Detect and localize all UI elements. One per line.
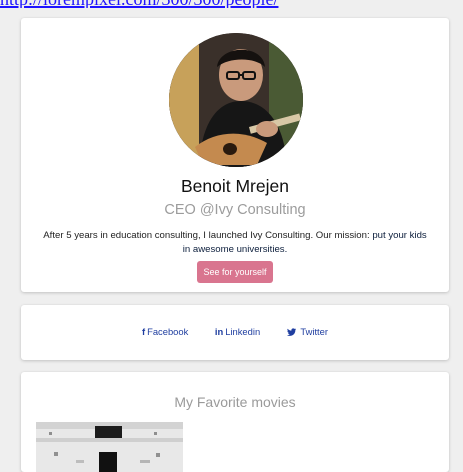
bio-text: After 5 years in education consulting, I… (43, 230, 373, 241)
facebook-icon: f (141, 326, 146, 337)
top-link[interactable]: http://lorempixel.com/300/300/people/ (0, 0, 463, 8)
facebook-label: Facebook (147, 326, 189, 337)
movie-poster-image (36, 422, 183, 472)
twitter-label: Twitter (300, 326, 328, 337)
social-card: f Facebook in Linkedin Twitter (21, 305, 449, 360)
profile-name: Benoit Mrejen (181, 176, 289, 196)
facebook-link[interactable]: f Facebook (142, 326, 188, 337)
social-links: f Facebook in Linkedin Twitter (21, 326, 449, 337)
linkedin-link[interactable]: in Linkedin (215, 326, 260, 337)
profile-card: Benoit Mrejen CEO @Ivy Consulting After … (21, 18, 449, 292)
linkedin-label: Linkedin (225, 326, 261, 337)
movies-card: My Favorite movies (21, 372, 449, 472)
profile-bio: After 5 years in education consulting, I… (39, 229, 431, 257)
avatar-photo (169, 33, 303, 167)
movies-title: My Favorite movies (174, 394, 296, 410)
avatar (169, 33, 303, 167)
profile-role: CEO @Ivy Consulting (164, 202, 306, 218)
movie-thumbnail[interactable] (36, 422, 183, 472)
twitter-icon (286, 326, 299, 337)
twitter-bird-glyph (286, 328, 296, 336)
twitter-link[interactable]: Twitter (286, 326, 328, 337)
linkedin-icon: in (214, 326, 224, 337)
see-for-yourself-button[interactable]: See for yourself (197, 261, 273, 283)
top-link-text[interactable]: http://lorempixel.com/300/300/people/ (0, 0, 278, 8)
